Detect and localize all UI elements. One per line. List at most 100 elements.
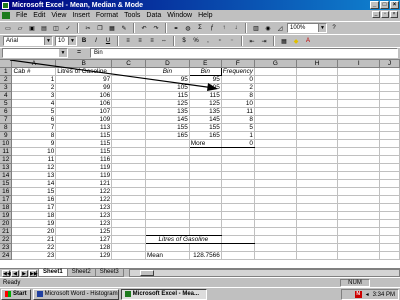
comma-icon[interactable]: , (203, 36, 213, 46)
cell[interactable] (111, 171, 146, 181)
cab-cell[interactable]: 18 (11, 211, 57, 221)
frequency-cell[interactable]: 2 (221, 83, 255, 93)
frequency-cell[interactable] (221, 163, 255, 173)
cell[interactable] (379, 91, 400, 101)
cell[interactable] (111, 195, 146, 205)
row-header[interactable]: 1 (0, 67, 13, 77)
bin-e-cell[interactable] (189, 211, 222, 221)
help-icon[interactable]: ? (329, 23, 339, 33)
row-header[interactable]: 12 (0, 155, 13, 165)
row-header[interactable]: 21 (0, 227, 13, 237)
bin-e-cell[interactable]: 105 (189, 83, 222, 93)
percent-icon[interactable]: % (191, 36, 201, 46)
row-header[interactable]: 2 (0, 75, 13, 85)
frequency-cell[interactable] (221, 227, 255, 237)
cell[interactable] (337, 99, 381, 109)
cell[interactable] (254, 179, 297, 189)
increase-decimal-icon[interactable]: ⁺ (215, 36, 225, 46)
header-cell[interactable]: Bin (145, 67, 190, 77)
doc-close-button[interactable]: × (390, 11, 398, 18)
cell[interactable] (254, 131, 297, 141)
frequency-cell[interactable] (221, 251, 255, 261)
cell[interactable] (111, 251, 146, 261)
cell[interactable] (296, 171, 339, 181)
cell[interactable] (379, 123, 400, 133)
cell[interactable] (296, 139, 339, 149)
cell[interactable] (379, 83, 400, 93)
cab-cell[interactable]: 12 (11, 163, 57, 173)
litres-cell[interactable]: 113 (55, 123, 113, 133)
cell[interactable] (111, 123, 146, 133)
cell[interactable] (379, 211, 400, 221)
frequency-cell[interactable] (221, 179, 255, 189)
bin-e-cell[interactable]: 155 (189, 123, 222, 133)
map-icon[interactable]: ◉ (263, 23, 273, 33)
bin-d-cell[interactable]: 145 (145, 115, 190, 125)
cell[interactable] (337, 211, 381, 221)
litres-cell[interactable]: 116 (55, 155, 113, 165)
web-toolbar-icon[interactable]: ◍ (183, 23, 193, 33)
cell[interactable] (337, 139, 381, 149)
cell[interactable] (111, 179, 146, 189)
bin-d-cell[interactable] (145, 139, 190, 149)
cell[interactable] (254, 211, 297, 221)
task-word[interactable]: Microsoft Word - Histogram (32, 288, 119, 300)
bin-d-cell[interactable]: 105 (145, 83, 190, 93)
hyperlink-icon[interactable]: ⚭ (171, 23, 181, 33)
drawing-icon[interactable]: ◿ (275, 23, 285, 33)
cell[interactable] (254, 155, 297, 165)
borders-icon[interactable]: ▦ (279, 36, 289, 46)
menu-file[interactable]: File (16, 12, 27, 19)
cell[interactable] (379, 67, 400, 77)
cell[interactable] (337, 243, 381, 253)
column-header[interactable]: E (189, 60, 222, 69)
start-button[interactable]: Start (1, 288, 31, 300)
row-header[interactable]: 8 (0, 123, 13, 133)
menu-window[interactable]: Window (167, 12, 192, 19)
column-header[interactable]: A (11, 60, 57, 69)
font-size-select[interactable]: 10 ▼ (55, 36, 77, 46)
bin-d-cell[interactable] (145, 179, 190, 189)
cell[interactable] (111, 227, 146, 237)
header-cell[interactable]: Bin (188, 67, 222, 77)
frequency-cell[interactable]: 0 (221, 139, 255, 149)
cell[interactable] (337, 171, 381, 181)
cell[interactable] (254, 75, 297, 85)
frequency-cell[interactable] (221, 195, 255, 205)
copy-icon[interactable]: ❐ (95, 23, 105, 33)
cell[interactable] (254, 83, 297, 93)
bin-e-cell[interactable]: 95 (189, 75, 222, 85)
decrease-indent-icon[interactable]: ⇤ (247, 36, 257, 46)
litres-cell[interactable]: 109 (55, 115, 113, 125)
cell[interactable] (296, 147, 339, 157)
row-header[interactable]: 19 (0, 211, 13, 221)
spelling-icon[interactable]: ✓ (63, 23, 73, 33)
tab-sheet1[interactable]: Sheet1 (38, 269, 68, 277)
name-box[interactable]: ▼ (2, 48, 68, 58)
autosum-icon[interactable]: Σ (195, 23, 205, 33)
bin-e-cell[interactable] (189, 163, 222, 173)
bin-e-cell[interactable] (189, 179, 222, 189)
column-header[interactable]: J (379, 60, 400, 69)
mean-value[interactable]: 128.7566 (189, 251, 222, 261)
cell[interactable] (111, 147, 146, 157)
cell[interactable] (379, 139, 400, 149)
cell[interactable] (254, 163, 297, 173)
cell[interactable] (379, 187, 400, 197)
align-center-icon[interactable]: ≡ (135, 36, 145, 46)
bold-icon[interactable]: B (79, 36, 89, 46)
worksheet-grid[interactable]: A B C D E F G H I J 1 Cab # Litres of Gaso… (0, 59, 400, 268)
cell[interactable] (296, 203, 339, 213)
cell[interactable] (296, 123, 339, 133)
cell[interactable] (254, 203, 297, 213)
bin-e-cell[interactable] (189, 243, 222, 253)
cell[interactable] (379, 195, 400, 205)
litres-cell[interactable]: 99 (55, 83, 113, 93)
column-header[interactable]: F (221, 60, 255, 69)
cell[interactable] (254, 147, 297, 157)
cell[interactable] (337, 219, 381, 229)
cell[interactable] (111, 187, 146, 197)
prev-sheet-icon[interactable]: ◀ (11, 269, 19, 277)
row-header[interactable]: 17 (0, 195, 13, 205)
cell[interactable] (337, 107, 381, 117)
